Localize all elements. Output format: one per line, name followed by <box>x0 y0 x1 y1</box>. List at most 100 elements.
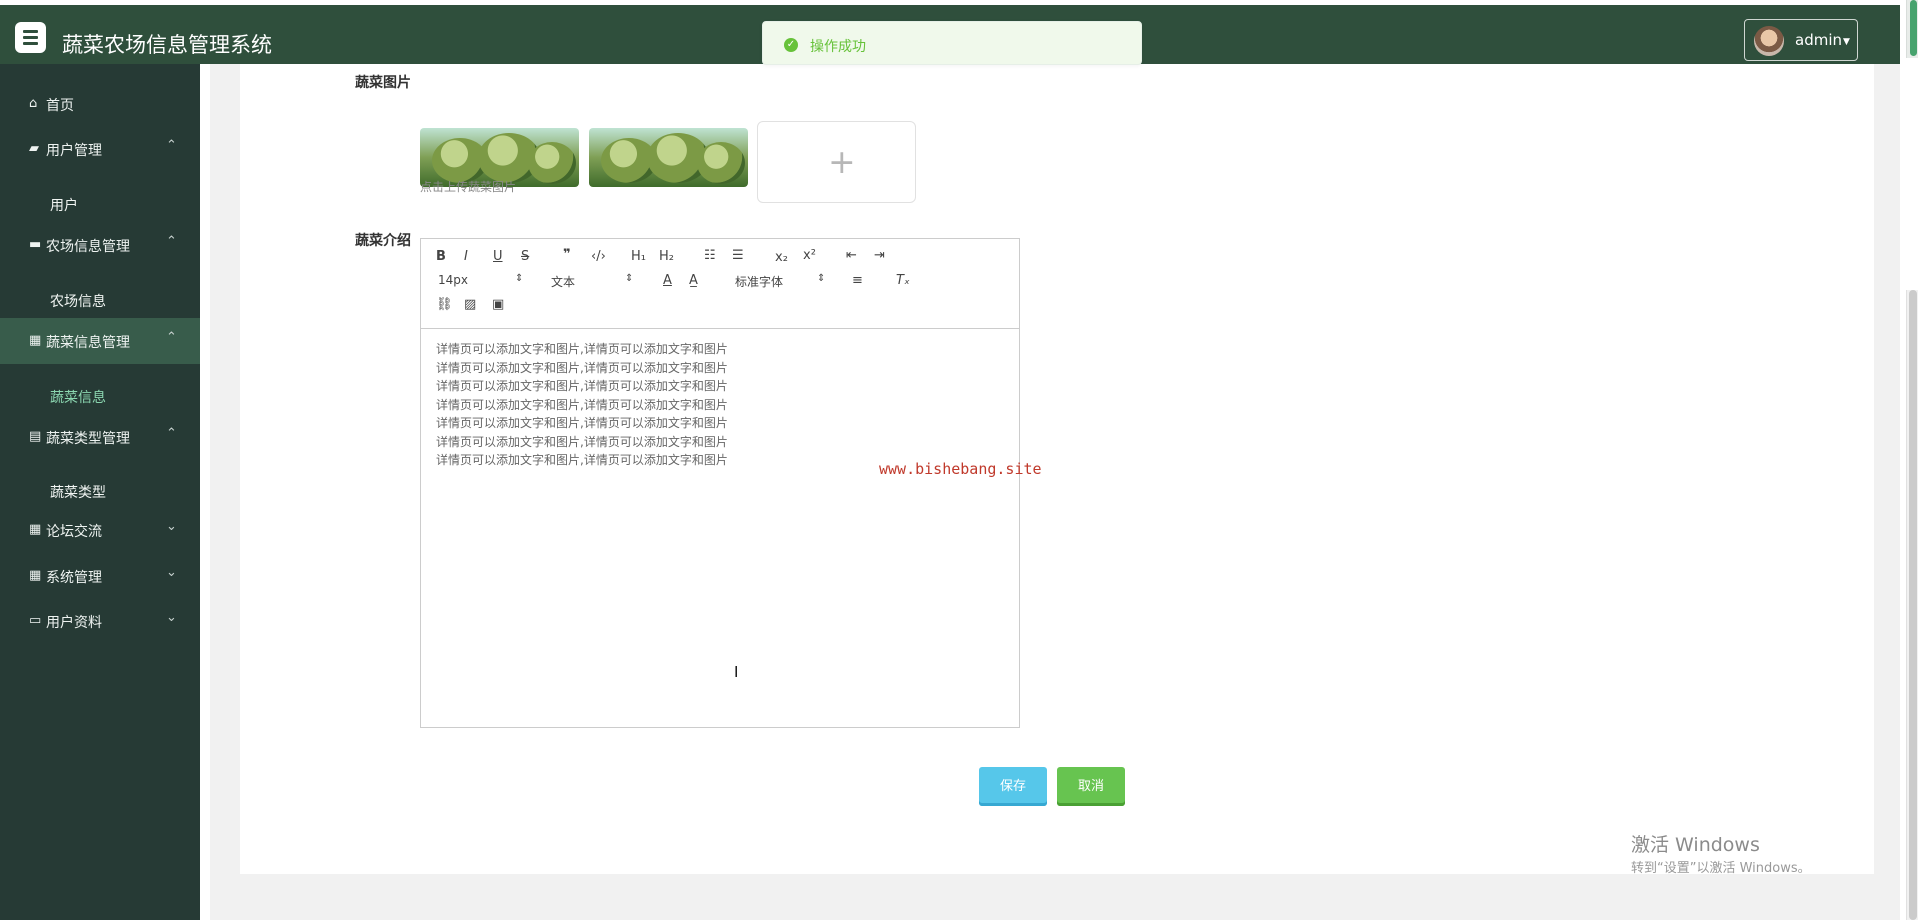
sidebar-subitem-users[interactable]: 用户 <box>50 195 78 215</box>
editor-line: 详情页可以添加文字和图片,详情页可以添加文字和图片 <box>436 397 728 412</box>
windows-activation-title: 激活 Windows <box>1631 834 1760 856</box>
broccoli-image <box>528 142 576 184</box>
menu-icon <box>23 30 38 33</box>
sidebar-item-label: 农场信息管理 <box>46 239 130 255</box>
chevron-up-icon: ⌃ <box>166 330 177 345</box>
sidebar-item-label: 系统管理 <box>46 570 102 586</box>
windows-activation-subtitle: 转到“设置”以激活 Windows。 <box>1631 861 1811 876</box>
farm-icon: ▬ <box>29 237 42 252</box>
sidebar-item-label: 首页 <box>46 98 74 114</box>
subscript-icon[interactable]: x₂ <box>775 250 788 265</box>
editor-line: 详情页可以添加文字和图片,详情页可以添加文字和图片 <box>436 416 728 430</box>
sidebar-item-label: 蔬菜类型管理 <box>46 431 130 447</box>
code-icon[interactable]: ‹/› <box>591 249 606 264</box>
chevron-down-icon: ⌄ <box>166 519 177 534</box>
ordered-list-icon[interactable]: ☷ <box>704 248 716 263</box>
vegetable-intro-label: 蔬菜介绍 <box>355 233 411 249</box>
save-button[interactable]: 保存 <box>979 767 1047 806</box>
select-arrows-icon: ⇕ <box>625 273 634 284</box>
broccoli-image <box>697 142 745 184</box>
toast-message: 操作成功 <box>810 39 866 55</box>
rich-text-editor[interactable]: B I U S̶ ❞ ‹/› H₁ H₂ ☷ ☰ x₂ x² ⇤ ⇥ 14px … <box>420 238 1020 728</box>
vegetable-thumbnail-2[interactable] <box>589 128 748 187</box>
upload-hint: 点击上传蔬菜图片 <box>420 180 517 194</box>
sidebar-item-forum[interactable]: ▦ 论坛交流 ⌄ <box>0 507 200 553</box>
user-management-icon: ▰ <box>29 141 39 156</box>
editor-line: 详情页可以添加文字和图片,详情页可以添加文字和图片 <box>436 434 728 449</box>
sidebar-subitem-vegetable-type[interactable]: 蔬菜类型 <box>50 482 106 502</box>
font-family-select[interactable]: 标准字体 <box>735 273 783 290</box>
heading-2-icon[interactable]: H₂ <box>659 249 674 264</box>
avatar <box>1754 26 1784 56</box>
sidebar-item-user-profile[interactable]: ▭ 用户资料 ⌄ <box>0 598 200 644</box>
link-icon[interactable]: ⛓ <box>436 297 453 312</box>
sidebar-item-label: 用户资料 <box>46 615 102 631</box>
grid-icon: ▦ <box>29 333 42 348</box>
sidebar-subitem-vegetable-info[interactable]: 蔬菜信息 <box>50 387 106 407</box>
editor-line: 详情页可以添加文字和图片,详情页可以添加文字和图片 <box>436 342 728 356</box>
application-window: 蔬菜农场信息管理系统 admin ▼ ⌂ 首页 ▰ 用户管理 ⌃ 用户 ▬ 农场… <box>0 0 1918 920</box>
strikethrough-icon[interactable]: S̶ <box>521 249 529 264</box>
sidebar-item-label: 论坛交流 <box>46 524 102 540</box>
chevron-down-icon: ⌄ <box>166 565 177 580</box>
text-cursor-icon: I <box>734 663 739 681</box>
menu-icon <box>23 42 38 45</box>
sidebar-item-farm-management[interactable]: ▬ 农场信息管理 ⌃ <box>0 222 200 268</box>
bars-icon: ▤ <box>29 429 42 444</box>
plus-icon: + <box>828 142 856 181</box>
app-title: 蔬菜农场信息管理系统 <box>62 33 272 57</box>
sidebar-item-label: 用户管理 <box>46 143 102 159</box>
editor-line: 详情页可以添加文字和图片,详情页可以添加文字和图片 <box>436 360 728 375</box>
page-scrollbar[interactable] <box>1906 290 1918 920</box>
sidebar-item-user-management[interactable]: ▰ 用户管理 ⌃ <box>0 126 200 172</box>
unordered-list-icon[interactable]: ☰ <box>732 248 744 263</box>
text-color-icon[interactable]: A <box>663 273 672 288</box>
quote-icon[interactable]: ❞ <box>563 247 571 262</box>
align-icon[interactable]: ≡ <box>852 273 863 288</box>
editor-toolbar: B I U S̶ ❞ ‹/› H₁ H₂ ☷ ☰ x₂ x² ⇤ ⇥ 14px … <box>421 239 1019 329</box>
sidebar-item-home[interactable]: ⌂ 首页 <box>0 81 200 127</box>
grid-icon: ▦ <box>29 522 42 537</box>
indent-icon[interactable]: ⇥ <box>874 248 885 263</box>
grid-icon: ▦ <box>29 568 42 583</box>
user-menu-button[interactable]: admin ▼ <box>1744 19 1858 61</box>
menu-toggle-button[interactable] <box>15 22 46 53</box>
background-color-icon[interactable]: A̲ <box>689 273 698 288</box>
site-watermark: www.bishebang.site <box>879 460 1042 478</box>
text-style-select[interactable]: 文本 <box>551 273 575 290</box>
profile-icon: ▭ <box>29 613 42 628</box>
page-scroll-thumb[interactable] <box>1909 290 1917 920</box>
sidebar-subitem-farm-info[interactable]: 农场信息 <box>50 291 106 311</box>
upload-image-button[interactable]: + <box>757 121 916 203</box>
username-label: admin <box>1795 31 1842 49</box>
superscript-icon[interactable]: x² <box>803 248 816 263</box>
editor-line: 详情页可以添加文字和图片,详情页可以添加文字和图片 <box>436 379 728 393</box>
heading-1-icon[interactable]: H₁ <box>631 249 646 264</box>
bold-icon[interactable]: B <box>436 249 446 264</box>
font-size-select[interactable]: 14px <box>438 273 468 287</box>
sidebar-item-system-management[interactable]: ▦ 系统管理 ⌄ <box>0 553 200 599</box>
sidebar-item-vegetable-management[interactable]: ▦ 蔬菜信息管理 ⌃ <box>0 318 200 364</box>
outdent-icon[interactable]: ⇤ <box>846 248 857 263</box>
editor-content[interactable]: 详情页可以添加文字和图片,详情页可以添加文字和图片 详情页可以添加文字和图片,详… <box>436 340 728 470</box>
sidebar: ⌂ 首页 ▰ 用户管理 ⌃ 用户 ▬ 农场信息管理 ⌃ 农场信息 ▦ 蔬菜信息管… <box>0 64 200 920</box>
chevron-up-icon: ⌃ <box>166 426 177 441</box>
success-toast: ✓ 操作成功 <box>762 21 1142 65</box>
video-icon[interactable]: ▣ <box>492 297 504 312</box>
italic-icon[interactable]: I <box>464 249 468 264</box>
check-icon: ✓ <box>784 38 798 52</box>
form-panel: 蔬菜图片 + 点击上传蔬菜图片 蔬菜介绍 B I U S̶ ❞ ‹/› H₁ H… <box>240 64 1874 874</box>
select-arrows-icon: ⇕ <box>515 273 524 284</box>
chevron-down-icon: ⌄ <box>166 610 177 625</box>
select-arrows-icon: ⇕ <box>817 273 826 284</box>
image-icon[interactable]: ▨ <box>464 297 476 312</box>
sidebar-item-label: 蔬菜信息管理 <box>46 335 130 351</box>
sidebar-item-vegetable-type-management[interactable]: ▤ 蔬菜类型管理 ⌃ <box>0 414 200 460</box>
top-scrollbar[interactable] <box>1906 0 1918 58</box>
cancel-button[interactable]: 取消 <box>1057 767 1125 806</box>
clear-format-icon[interactable]: Tₓ <box>896 273 910 288</box>
editor-line: 详情页可以添加文字和图片,详情页可以添加文字和图片 <box>436 453 728 467</box>
vegetable-image-label: 蔬菜图片 <box>355 75 411 91</box>
top-scroll-thumb[interactable] <box>1910 0 1917 56</box>
underline-icon[interactable]: U <box>493 249 503 264</box>
